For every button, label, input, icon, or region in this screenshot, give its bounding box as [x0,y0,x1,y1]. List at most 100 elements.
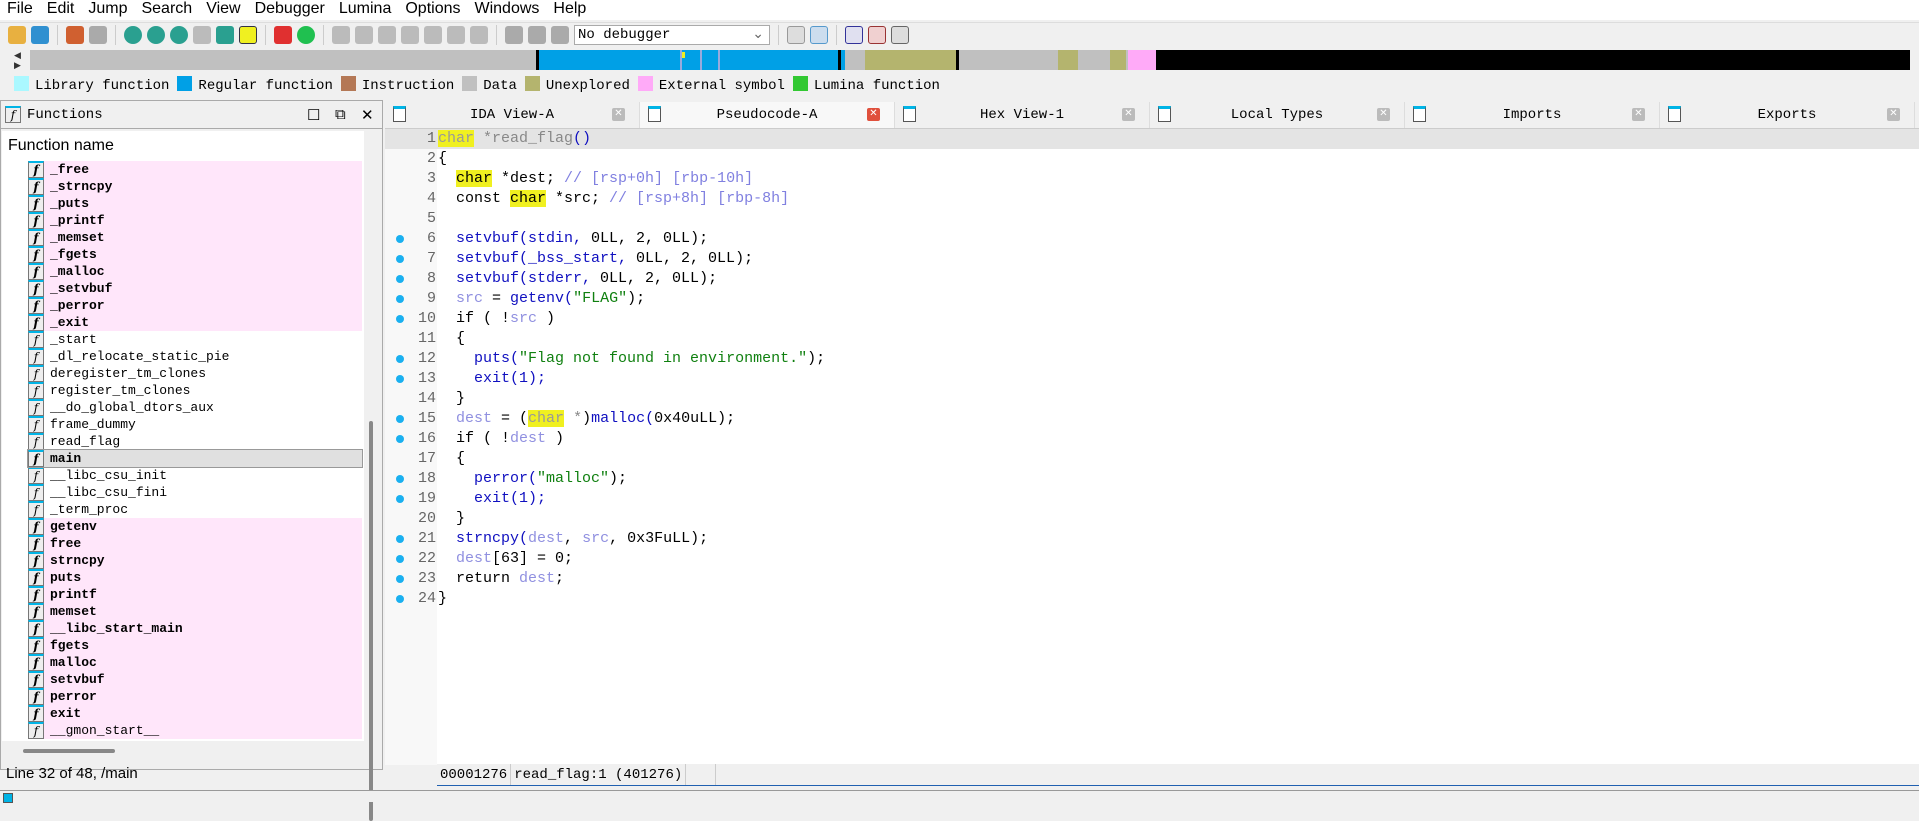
function-row[interactable]: f deregister_tm_clones [28,365,362,382]
function-row[interactable]: f __libc_csu_init [28,467,362,484]
breakpoint-dot-icon[interactable] [396,595,404,603]
tab-local-types[interactable]: Local Types ✕ [1150,102,1405,128]
function-row[interactable]: f __libc_csu_fini [28,484,362,501]
function-row[interactable]: f _memset [28,229,362,246]
navigate-icon[interactable] [193,25,211,44]
tab-hex-view-1[interactable]: Hex View-1 ✕ [895,102,1150,128]
menu-options[interactable]: Options [398,0,467,20]
breakpoint-dot-icon[interactable] [396,555,404,563]
float-icon[interactable]: ⧉ [335,106,346,124]
function-row[interactable]: f frame_dummy [28,416,362,433]
function-row[interactable]: f read_flag [28,433,362,450]
menu-help[interactable]: Help [546,0,593,20]
save-icon[interactable] [31,25,49,44]
vertical-scrollbar[interactable] [369,421,373,821]
function-row[interactable]: f _fgets [28,246,362,263]
horizontal-scrollbar[interactable] [23,749,115,753]
function-row[interactable]: f _malloc [28,263,362,280]
function-row[interactable]: f _start [28,331,362,348]
function-row[interactable]: f __gmon_start__ [28,722,362,739]
function-row[interactable]: f strncpy [28,552,362,569]
function-row[interactable]: f free [28,535,362,552]
breakpoint-dot-icon[interactable] [396,435,404,443]
jump-back-icon[interactable] [66,25,84,44]
close-tab-icon[interactable]: ✕ [1887,108,1900,121]
tab-imports[interactable]: Imports ✕ [1405,102,1660,128]
breakpoint-dot-icon[interactable] [396,315,404,323]
function-row[interactable]: f main [27,449,363,468]
code-icon[interactable] [332,25,350,44]
tab-exports[interactable]: Exports ✕ [1660,102,1915,128]
function-row[interactable]: f getenv [28,518,362,535]
breakpoint-dot-icon[interactable] [396,535,404,543]
step-icon[interactable] [216,25,234,44]
menu-lumina[interactable]: Lumina [332,0,398,20]
navigation-band[interactable]: ◀ ▶ [10,48,1919,72]
breakpoint-dot-icon[interactable] [396,235,404,243]
menu-search[interactable]: Search [134,0,199,20]
breakpoint-icon[interactable] [274,25,292,44]
array-icon[interactable] [401,25,419,44]
close-tab-icon[interactable]: ✕ [1122,108,1135,121]
function-row[interactable]: f setvbuf [28,671,362,688]
menu-view[interactable]: View [199,0,247,20]
string-icon[interactable] [378,25,396,44]
function-row[interactable]: f memset [28,603,362,620]
breakpoint-dot-icon[interactable] [396,255,404,263]
graph-view-icon[interactable] [124,25,142,44]
menu-edit[interactable]: Edit [40,0,82,20]
breakpoint-dot-icon[interactable] [396,575,404,583]
tab-pseudocode-a[interactable]: Pseudocode-A ✕ [640,102,895,128]
decompile-icon[interactable] [787,25,805,44]
function-row[interactable]: f _free [28,161,362,178]
function-row[interactable]: f _term_proc [28,501,362,518]
function-row[interactable]: f _dl_relocate_static_pie [28,348,362,365]
list-icon[interactable] [845,25,863,44]
close-tab-icon[interactable]: ✕ [1377,108,1390,121]
maximize-icon[interactable]: ☐ [307,106,320,125]
pseudocode-view[interactable]: 1 char *read_flag() 2{3 char *dest; // [rs… [385,128,1919,765]
function-row[interactable]: f perror [28,688,362,705]
function-row[interactable]: f __do_global_dtors_aux [28,399,362,416]
function-row[interactable]: f _setvbuf [28,280,362,297]
function-row[interactable]: f _strncpy [28,178,362,195]
breakpoint-dot-icon[interactable] [396,415,404,423]
breakpoint-dot-icon[interactable] [396,495,404,503]
function-row[interactable]: f _exit [28,314,362,331]
pseudocode-icon[interactable] [810,25,828,44]
column-header-function-name[interactable]: Function name [2,131,364,161]
breakpoint-dot-icon[interactable] [396,275,404,283]
function-row[interactable]: f _puts [28,195,362,212]
function-row[interactable]: f exit [28,705,362,722]
menu-file[interactable]: File [0,0,40,20]
data-icon[interactable] [355,25,373,44]
breakpoint-dot-icon[interactable] [396,355,404,363]
hide-icon[interactable] [470,25,488,44]
function-row[interactable]: f __libc_start_main [28,620,362,637]
start-debugger-icon[interactable] [505,25,523,44]
tab-ida-view-a[interactable]: IDA View-A ✕ [385,102,640,128]
open-icon[interactable] [8,25,26,44]
breakpoint-list-icon[interactable] [868,25,886,44]
undefine-icon[interactable] [424,25,442,44]
close-tab-icon[interactable]: ✕ [867,108,880,121]
call-stack-icon[interactable] [891,25,909,44]
hex-view-icon[interactable] [170,25,188,44]
menu-jump[interactable]: Jump [81,0,134,20]
function-row[interactable]: f register_tm_clones [28,382,362,399]
navigation-bar[interactable] [30,50,1910,70]
menu-windows[interactable]: Windows [467,0,546,20]
function-row[interactable]: f malloc [28,654,362,671]
function-row[interactable]: f fgets [28,637,362,654]
jump-forward-icon[interactable] [89,25,107,44]
function-row[interactable]: f printf [28,586,362,603]
rename-icon[interactable] [447,25,465,44]
breakpoint-dot-icon[interactable] [396,375,404,383]
stop-icon[interactable] [551,25,569,44]
nav-arrows-icon[interactable]: ◀ ▶ [14,50,21,70]
function-row[interactable]: f _perror [28,297,362,314]
menu-debugger[interactable]: Debugger [248,0,332,20]
pause-icon[interactable] [528,25,546,44]
text-color-icon[interactable] [239,25,257,44]
breakpoint-dot-icon[interactable] [396,295,404,303]
